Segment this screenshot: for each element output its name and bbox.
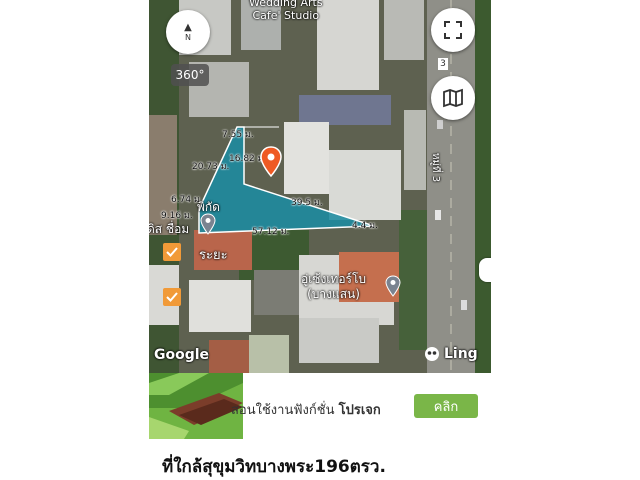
banner-illustration xyxy=(149,373,243,439)
measurement-label: 39.5 ม. xyxy=(291,198,323,208)
measurement-label: 4.4 ม. xyxy=(352,221,378,231)
compass-button[interactable]: ▲ N xyxy=(166,10,210,54)
distance-label: ระยะ xyxy=(199,248,228,263)
compass-north-label: N xyxy=(185,32,191,42)
promo-banner[interactable]: สอนใช้งานฟังก์ชั่น โปรเจก คลิก xyxy=(149,373,491,439)
map-icon xyxy=(443,88,463,108)
listing-title: ที่ใกล้สุขุมวิทบางพระ196ตรว. xyxy=(162,457,386,477)
google-watermark: Google xyxy=(154,347,210,363)
checkbox-area[interactable] xyxy=(163,288,181,306)
road-number-badge: 3 xyxy=(438,58,448,70)
road-label: หมู่ที่ 3 xyxy=(430,152,442,183)
place-label-wedding-arts: Wedding Arts Cafe' Studio xyxy=(249,0,323,22)
view-360-badge[interactable]: 360° xyxy=(171,64,209,86)
right-margin xyxy=(491,0,640,480)
brand-logo: Ling xyxy=(424,346,478,362)
check-icon xyxy=(166,292,178,302)
measurement-label: 20.73 ม. xyxy=(192,162,230,172)
map-layer-button[interactable] xyxy=(431,76,475,120)
checkbox-distance[interactable] xyxy=(163,243,181,261)
street-view-peek-icon[interactable] xyxy=(479,258,491,282)
banner-text-bold: โปรเจก xyxy=(338,403,381,418)
measurement-label: 57.12 ม. xyxy=(252,227,290,237)
bottom-place-label: อู่เซ้งเทอร์โบ (บางแสน) xyxy=(301,272,367,301)
brand-name: Ling xyxy=(444,346,478,362)
location-pin-icon[interactable] xyxy=(259,146,283,178)
measurement-label: 7.55 ม. xyxy=(222,130,254,140)
banner-text: สอนใช้งานฟังก์ชั่น โปรเจก xyxy=(231,399,381,420)
satellite-imagery xyxy=(149,0,491,373)
click-button[interactable]: คลิก xyxy=(414,394,478,418)
expand-icon xyxy=(444,21,462,39)
check-icon xyxy=(166,247,178,257)
banner-text-prefix: สอนใช้งานฟังก์ชั่น xyxy=(231,403,339,418)
compass-arrow-icon: ▲ xyxy=(184,21,192,33)
left-place-label: ดิส ชื่อม xyxy=(149,222,190,236)
poi-marker-icon[interactable] xyxy=(385,275,401,297)
fullscreen-button[interactable] xyxy=(431,8,475,52)
satellite-map[interactable]: Wedding Arts Cafe' Studio ▲ N 360° 3 หมู… xyxy=(149,0,491,373)
left-margin xyxy=(0,0,149,480)
poi-marker-icon[interactable] xyxy=(200,213,216,235)
ling-logo-icon xyxy=(425,347,439,361)
